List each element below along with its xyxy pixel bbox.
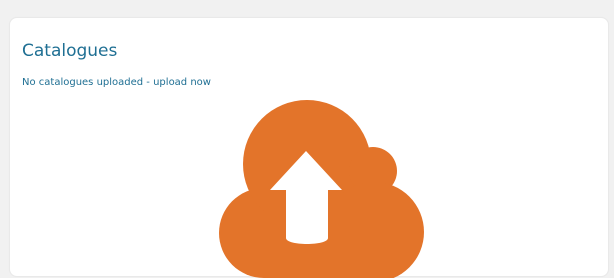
catalogues-card: Catalogues No catalogues uploaded - uplo… — [9, 17, 609, 278]
cloud-upload-icon — [219, 100, 424, 278]
card-title: Catalogues — [22, 41, 118, 61]
upload-now-link[interactable]: No catalogues uploaded - upload now — [22, 77, 211, 89]
upload-cloud-button[interactable] — [209, 100, 424, 278]
